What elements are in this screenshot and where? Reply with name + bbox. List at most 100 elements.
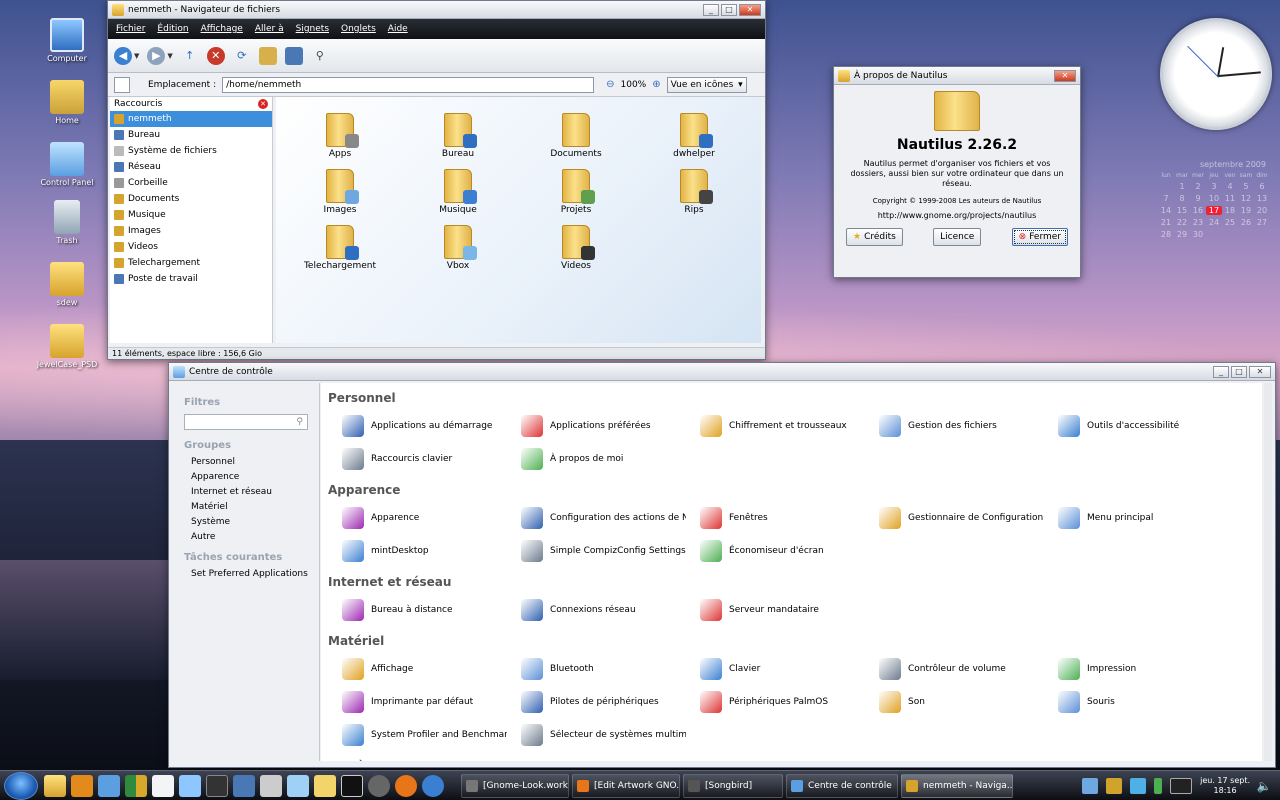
volume-icon[interactable]: 🔈 [1256, 778, 1272, 794]
calendar-day[interactable]: 30 [1190, 230, 1206, 239]
view-mode-select[interactable]: Vue en icônes ▾ [666, 76, 747, 93]
control-center-item[interactable]: À propos de moi [507, 447, 686, 470]
menu-onglets[interactable]: Onglets [341, 24, 376, 34]
menu-affichage[interactable]: Affichage [201, 24, 243, 34]
control-center-item[interactable]: Bureau à distance [328, 598, 507, 621]
tray-display-icon[interactable] [1082, 777, 1099, 794]
control-center-item[interactable]: Contrôleur de volume [865, 657, 1044, 680]
control-center-item[interactable]: Apparence [328, 506, 507, 529]
tray-monitor-icon[interactable] [1170, 777, 1193, 794]
menu-signets[interactable]: Signets [296, 24, 329, 34]
close-button[interactable]: ✕ [1054, 69, 1076, 82]
control-center-item[interactable]: Configuration des actions de Na... [507, 506, 686, 529]
file-item[interactable]: Apps [290, 113, 390, 159]
control-center-item[interactable]: Son [865, 690, 1044, 713]
calendar-day[interactable]: 26 [1238, 218, 1254, 227]
sidebar-item[interactable]: Réseau [110, 159, 272, 175]
calendar-day[interactable]: 7 [1158, 194, 1174, 203]
task-control-center[interactable]: Centre de contrôle [786, 773, 898, 798]
control-center-item[interactable]: Raccourcis clavier [328, 447, 507, 470]
desktop-icon-trash[interactable]: Trash [32, 200, 102, 245]
scrollbar[interactable] [1264, 383, 1272, 761]
about-titlebar[interactable]: À propos de Nautilus ✕ [834, 67, 1080, 85]
calendar-day[interactable]: 6 [1254, 182, 1270, 191]
close-sidebar-icon[interactable]: ✕ [258, 99, 268, 109]
calendar-day[interactable]: 21 [1158, 218, 1174, 227]
quicklaunch-box-icon[interactable] [260, 774, 282, 797]
file-item[interactable]: Musique [408, 169, 508, 215]
quicklaunch-app-icon[interactable] [179, 774, 201, 797]
control-center-item[interactable]: Clavier [686, 657, 865, 680]
calendar-day[interactable]: 1 [1174, 182, 1190, 191]
control-center-item[interactable]: Simple CompizConfig Settings M... [507, 539, 686, 562]
control-center-item[interactable]: Économiseur d'écran [686, 539, 865, 562]
group-link[interactable]: Personnel [191, 457, 309, 467]
sidebar-item[interactable]: Bureau [110, 127, 272, 143]
control-center-item[interactable]: Fenêtres [686, 506, 865, 529]
quicklaunch-files-icon[interactable] [44, 774, 66, 797]
quicklaunch-notes-icon[interactable] [287, 774, 309, 797]
menu-edition[interactable]: Édition [157, 24, 188, 34]
desktop-icon-computer[interactable]: Computer [32, 18, 102, 63]
file-item[interactable]: Bureau [408, 113, 508, 159]
control-center-item[interactable]: Périphériques PalmOS [686, 690, 865, 713]
reload-button[interactable]: ⟳ [233, 47, 251, 65]
control-center-item[interactable]: Impression [1044, 657, 1223, 680]
desktop-icon-control-panel[interactable]: Control Panel [32, 142, 102, 187]
sidebar-item[interactable]: Telechargement [110, 255, 272, 271]
calendar-day[interactable]: 24 [1206, 218, 1222, 227]
up-button[interactable]: ↑ [181, 47, 199, 65]
calendar-day[interactable]: 10 [1206, 194, 1222, 203]
file-manager-titlebar[interactable]: nemmeth - Navigateur de fichiers _ □ ✕ [108, 1, 765, 19]
forward-button[interactable]: ▶ [147, 46, 166, 65]
calendar-day[interactable]: 16 [1190, 206, 1206, 215]
calendar-day[interactable]: 29 [1174, 230, 1190, 239]
quicklaunch-firefox-icon[interactable] [395, 774, 417, 797]
control-center-titlebar[interactable]: Centre de contrôle _ □ ✕ [169, 363, 1275, 381]
task-file-manager[interactable]: nemmeth - Naviga... [901, 773, 1013, 798]
calendar-day[interactable]: 2 [1190, 182, 1206, 191]
tray-battery-icon[interactable] [1154, 777, 1163, 794]
tray-lock-icon[interactable] [1106, 777, 1123, 794]
calendar-day[interactable]: 28 [1158, 230, 1174, 239]
file-item[interactable]: Vbox [408, 225, 508, 271]
calendar-day[interactable]: 18 [1222, 206, 1238, 215]
group-link[interactable]: Apparence [191, 472, 309, 482]
control-center-item[interactable]: Sélecteur de systèmes multimé... [507, 723, 686, 746]
maximize-button[interactable]: □ [721, 3, 737, 16]
control-center-item[interactable]: Affichage [328, 657, 507, 680]
task-edit-artwork[interactable]: [Edit Artwork GNO... [572, 773, 680, 798]
control-center-item[interactable]: Gestionnaire de Configuration C... [865, 506, 1044, 529]
quicklaunch-editor-icon[interactable] [152, 774, 174, 797]
menu-aide[interactable]: Aide [388, 24, 408, 34]
task-set-preferred-applications[interactable]: Set Preferred Applications [191, 569, 309, 579]
calendar-day[interactable]: 20 [1254, 206, 1270, 215]
control-center-item[interactable]: Serveur mandataire [686, 598, 865, 621]
toggle-location-button[interactable] [114, 76, 130, 93]
quicklaunch-computer-icon[interactable] [233, 774, 255, 797]
maximize-button[interactable]: □ [1231, 365, 1247, 378]
stop-button[interactable]: ✕ [206, 46, 225, 65]
quicklaunch-shield-icon[interactable] [125, 774, 147, 797]
start-menu-button[interactable] [4, 771, 38, 800]
calendar-day[interactable]: 15 [1174, 206, 1190, 215]
calendar-day[interactable]: 11 [1222, 194, 1238, 203]
search-button[interactable]: ⚲ [311, 47, 329, 65]
group-link[interactable]: Matériel [191, 502, 309, 512]
task-gnome-look[interactable]: [Gnome-Look.work... [461, 773, 569, 798]
quicklaunch-terminal-icon[interactable] [341, 774, 363, 797]
back-button[interactable]: ◀ [114, 46, 132, 65]
back-history-arrow-icon[interactable]: ▼ [134, 52, 139, 60]
credits-button[interactable]: ★ Crédits [846, 228, 903, 246]
file-item[interactable]: Projets [526, 169, 626, 215]
minimize-button[interactable]: _ [1213, 365, 1229, 378]
calendar-day[interactable]: 17 [1206, 206, 1222, 215]
location-input[interactable] [222, 76, 595, 93]
calendar-day[interactable]: 9 [1190, 194, 1206, 203]
control-center-item[interactable]: Outils d'accessibilité [1044, 414, 1223, 437]
control-center-item[interactable]: Bluetooth [507, 657, 686, 680]
sidebar-item[interactable]: Corbeille [110, 175, 272, 191]
zoom-in-icon[interactable]: ⊕ [652, 79, 660, 90]
control-center-item[interactable]: Imprimante par défaut [328, 690, 507, 713]
calendar-day[interactable]: 19 [1238, 206, 1254, 215]
